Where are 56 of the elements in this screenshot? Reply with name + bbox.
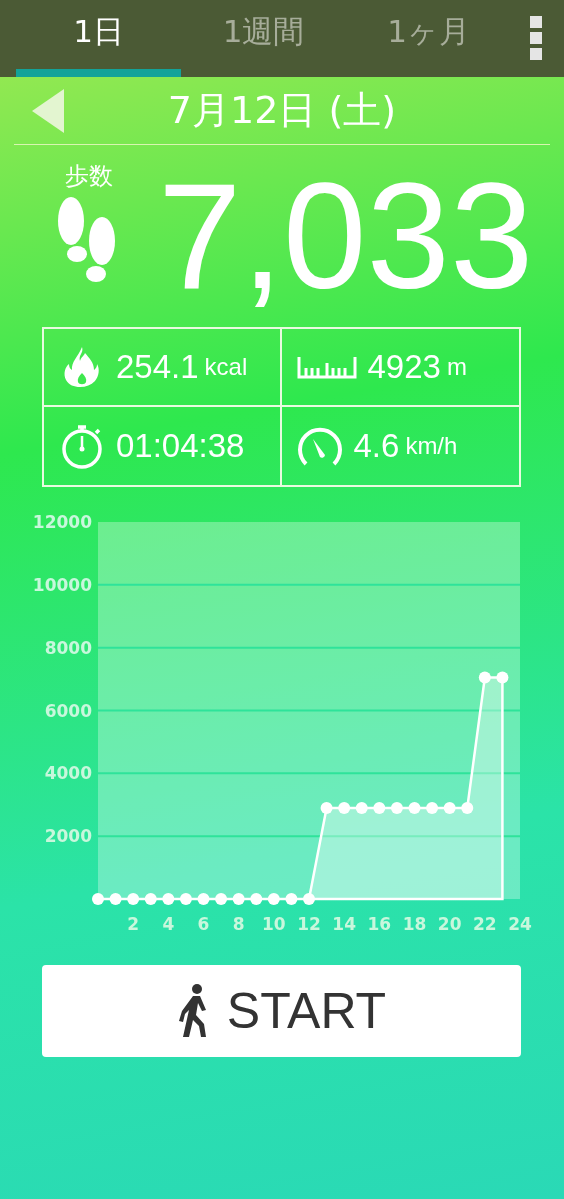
data-point xyxy=(303,893,315,905)
data-point xyxy=(426,801,439,814)
data-point xyxy=(373,801,386,814)
data-point xyxy=(232,893,245,905)
stat-value: 4923 xyxy=(367,347,441,388)
data-point xyxy=(496,671,509,684)
data-point xyxy=(355,801,368,814)
x-tick-label: 6 xyxy=(197,914,210,934)
ruler-icon xyxy=(295,355,358,379)
data-point xyxy=(320,801,333,814)
y-tick-label: 6000 xyxy=(44,700,92,721)
y-tick-label: 8000 xyxy=(44,637,92,658)
x-tick-label: 24 xyxy=(508,914,532,934)
data-point xyxy=(408,801,421,814)
steps-label: 歩数 xyxy=(65,161,113,191)
data-point xyxy=(215,893,228,905)
x-tick-label: 20 xyxy=(437,914,462,934)
x-tick-label: 2 xyxy=(127,914,140,934)
data-point xyxy=(285,893,298,905)
data-point xyxy=(197,893,210,905)
data-point xyxy=(338,801,351,814)
y-tick-label: 10000 xyxy=(32,574,92,595)
stat-unit: km/h xyxy=(405,431,458,461)
menu-icon[interactable] xyxy=(530,16,542,60)
data-point xyxy=(92,893,104,905)
x-tick-label: 16 xyxy=(367,914,392,934)
x-tick-label: 12 xyxy=(297,914,321,934)
data-point xyxy=(179,893,192,905)
data-point xyxy=(390,801,403,814)
step-count: 7,033 xyxy=(158,161,534,311)
x-tick-label: 8 xyxy=(232,914,245,934)
y-tick-label: 4000 xyxy=(44,763,92,784)
data-point xyxy=(267,893,280,905)
x-tick-label: 22 xyxy=(473,914,497,934)
data-point xyxy=(109,893,122,905)
stat-unit: kcal xyxy=(204,352,248,382)
data-point xyxy=(144,893,157,905)
data-point xyxy=(162,893,175,905)
tab[interactable]: 1日 xyxy=(16,0,181,77)
data-point xyxy=(461,801,474,814)
date-title: 7月12日 (土) xyxy=(167,87,397,134)
y-tick-label: 2000 xyxy=(44,826,92,847)
x-tick-label: 10 xyxy=(262,914,286,934)
x-tick-label: 18 xyxy=(402,914,427,934)
stat-value: 4.6 xyxy=(353,426,400,467)
data-point xyxy=(250,893,263,905)
stat-value: 01:04:38 xyxy=(116,426,245,467)
start-button[interactable]: START xyxy=(42,965,521,1057)
data-point xyxy=(443,801,456,814)
x-tick-label: 4 xyxy=(162,914,175,934)
x-tick-label: 14 xyxy=(332,914,356,934)
stat-value: 254.1 xyxy=(116,347,199,388)
data-point xyxy=(127,893,140,905)
stat-unit: m xyxy=(446,352,467,382)
y-tick-label: 12000 xyxy=(32,512,92,532)
data-point xyxy=(478,671,491,684)
